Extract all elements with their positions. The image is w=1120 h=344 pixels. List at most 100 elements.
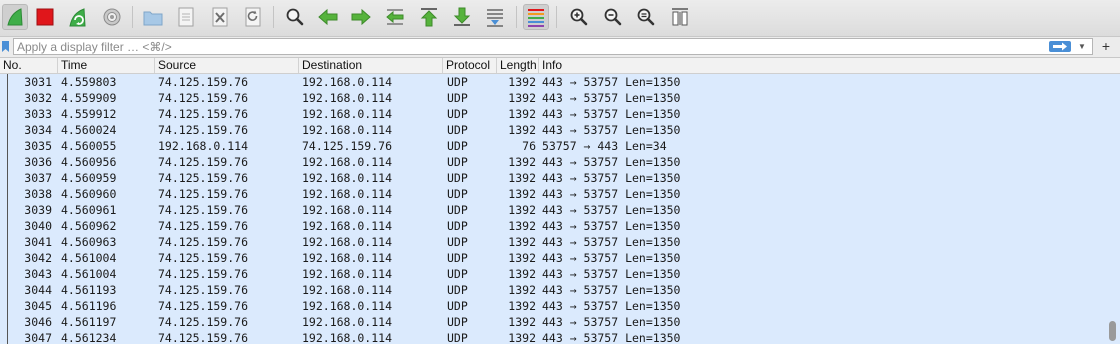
table-row[interactable]: 3042 4.561004 74.125.159.76 192.168.0.114 UD…: [0, 250, 1120, 266]
column-header-length[interactable]: Length: [497, 58, 539, 73]
packet-destination-cell: 192.168.0.114: [302, 251, 393, 265]
display-filter-input[interactable]: [17, 39, 1047, 54]
packet-time-cell: 4.560961: [61, 203, 117, 217]
packet-length-cell: 1392: [508, 267, 536, 281]
table-row[interactable]: 3031 4.559803 74.125.159.76 192.168.0.114 UD…: [0, 74, 1120, 90]
packet-length-cell: 1392: [508, 283, 536, 297]
table-row[interactable]: 3036 4.560956 74.125.159.76 192.168.0.114 UD…: [0, 154, 1120, 170]
packet-protocol-cell: UDP: [447, 299, 468, 313]
column-header-no[interactable]: No.: [0, 58, 58, 73]
find-packet-icon[interactable]: [282, 4, 308, 30]
go-first-packet-icon[interactable]: [416, 4, 442, 30]
zoom-in-icon[interactable]: [566, 4, 592, 30]
packet-no-cell: 3041: [24, 235, 52, 249]
save-file-icon[interactable]: [173, 4, 199, 30]
packet-destination-cell: 192.168.0.114: [302, 299, 393, 313]
toolbar-separator: [516, 6, 517, 28]
column-header-source[interactable]: Source: [155, 58, 299, 73]
packet-info-cell: 443 → 53757 Len=1350: [542, 299, 681, 313]
packet-no-cell: 3033: [24, 107, 52, 121]
table-row[interactable]: 3039 4.560961 74.125.159.76 192.168.0.114 UD…: [0, 202, 1120, 218]
bookmark-icon[interactable]: [1, 40, 10, 56]
packet-protocol-cell: UDP: [447, 139, 468, 153]
packet-length-cell: 1392: [508, 235, 536, 249]
add-filter-button[interactable]: +: [1099, 37, 1113, 55]
packet-destination-cell: 192.168.0.114: [302, 187, 393, 201]
packet-no-cell: 3046: [24, 315, 52, 329]
column-header-protocol[interactable]: Protocol: [443, 58, 497, 73]
go-to-packet-icon[interactable]: [382, 4, 408, 30]
packet-source-cell: 74.125.159.76: [158, 299, 249, 313]
packet-no-cell: 3044: [24, 283, 52, 297]
table-row[interactable]: 3035 4.560055 192.168.0.114 74.125.159.76 UD…: [0, 138, 1120, 154]
table-row[interactable]: 3040 4.560962 74.125.159.76 192.168.0.114 UD…: [0, 218, 1120, 234]
packet-destination-cell: 192.168.0.114: [302, 171, 393, 185]
table-row[interactable]: 3034 4.560024 74.125.159.76 192.168.0.114 UD…: [0, 122, 1120, 138]
packet-source-cell: 74.125.159.76: [158, 187, 249, 201]
normal-size-icon[interactable]: [633, 4, 659, 30]
packet-time-cell: 4.560960: [61, 187, 117, 201]
open-file-icon[interactable]: [140, 4, 166, 30]
toolbar-separator: [273, 6, 274, 28]
packet-info-cell: 443 → 53757 Len=1350: [542, 123, 681, 137]
packet-source-cell: 74.125.159.76: [158, 155, 249, 169]
packet-list-scrollbar[interactable]: [1106, 74, 1120, 344]
packet-info-cell: 53757 → 443 Len=34: [542, 139, 667, 153]
column-header-time[interactable]: Time: [58, 58, 155, 73]
packet-protocol-cell: UDP: [447, 171, 468, 185]
column-header-info[interactable]: Info: [539, 58, 1109, 73]
table-row[interactable]: 3033 4.559912 74.125.159.76 192.168.0.114 UD…: [0, 106, 1120, 122]
reload-file-icon[interactable]: [240, 4, 266, 30]
packet-length-cell: 1392: [508, 123, 536, 137]
packet-destination-cell: 192.168.0.114: [302, 283, 393, 297]
go-back-icon[interactable]: [315, 4, 341, 30]
zoom-out-icon[interactable]: [600, 4, 626, 30]
filter-history-dropdown[interactable]: ▼: [1076, 40, 1088, 53]
apply-filter-button[interactable]: [1049, 41, 1071, 52]
packet-no-cell: 3043: [24, 267, 52, 281]
packet-time-cell: 4.561197: [61, 315, 117, 329]
packet-no-cell: 3040: [24, 219, 52, 233]
column-header-destination[interactable]: Destination: [299, 58, 443, 73]
go-forward-icon[interactable]: [348, 4, 374, 30]
packet-source-cell: 74.125.159.76: [158, 315, 249, 329]
packet-no-cell: 3032: [24, 91, 52, 105]
stop-capture-icon[interactable]: [32, 4, 58, 30]
packet-source-cell: 74.125.159.76: [158, 107, 249, 121]
packet-time-cell: 4.559912: [61, 107, 117, 121]
go-last-packet-icon[interactable]: [449, 4, 475, 30]
table-row[interactable]: 3044 4.561193 74.125.159.76 192.168.0.114 UD…: [0, 282, 1120, 298]
packet-source-cell: 74.125.159.76: [158, 171, 249, 185]
packet-protocol-cell: UDP: [447, 155, 468, 169]
table-row[interactable]: 3041 4.560963 74.125.159.76 192.168.0.114 UD…: [0, 234, 1120, 250]
resize-columns-icon[interactable]: [667, 4, 693, 30]
auto-scroll-icon[interactable]: [482, 4, 508, 30]
packet-time-cell: 4.560959: [61, 171, 117, 185]
packet-destination-cell: 192.168.0.114: [302, 219, 393, 233]
packet-protocol-cell: UDP: [447, 251, 468, 265]
packet-info-cell: 443 → 53757 Len=1350: [542, 91, 681, 105]
restart-capture-icon[interactable]: [65, 4, 91, 30]
packet-destination-cell: 192.168.0.114: [302, 155, 393, 169]
packet-source-cell: 192.168.0.114: [158, 139, 249, 153]
table-row[interactable]: 3043 4.561004 74.125.159.76 192.168.0.114 UD…: [0, 266, 1120, 282]
packet-destination-cell: 192.168.0.114: [302, 107, 393, 121]
table-row[interactable]: 3046 4.561197 74.125.159.76 192.168.0.114 UD…: [0, 314, 1120, 330]
capture-options-icon[interactable]: [99, 4, 125, 30]
packet-source-cell: 74.125.159.76: [158, 235, 249, 249]
packet-source-cell: 74.125.159.76: [158, 91, 249, 105]
table-row[interactable]: 3038 4.560960 74.125.159.76 192.168.0.114 UD…: [0, 186, 1120, 202]
packet-length-cell: 1392: [508, 91, 536, 105]
scrollbar-thumb[interactable]: [1109, 321, 1116, 341]
close-file-icon[interactable]: [207, 4, 233, 30]
packet-no-cell: 3037: [24, 171, 52, 185]
packet-info-cell: 443 → 53757 Len=1350: [542, 315, 681, 329]
colorize-icon[interactable]: [523, 4, 549, 30]
packet-time-cell: 4.560024: [61, 123, 117, 137]
packet-source-cell: 74.125.159.76: [158, 267, 249, 281]
start-capture-icon[interactable]: [2, 4, 28, 30]
table-row[interactable]: 3045 4.561196 74.125.159.76 192.168.0.114 UD…: [0, 298, 1120, 314]
table-row[interactable]: 3037 4.560959 74.125.159.76 192.168.0.114 UD…: [0, 170, 1120, 186]
packet-destination-cell: 192.168.0.114: [302, 91, 393, 105]
table-row[interactable]: 3032 4.559909 74.125.159.76 192.168.0.114 UD…: [0, 90, 1120, 106]
